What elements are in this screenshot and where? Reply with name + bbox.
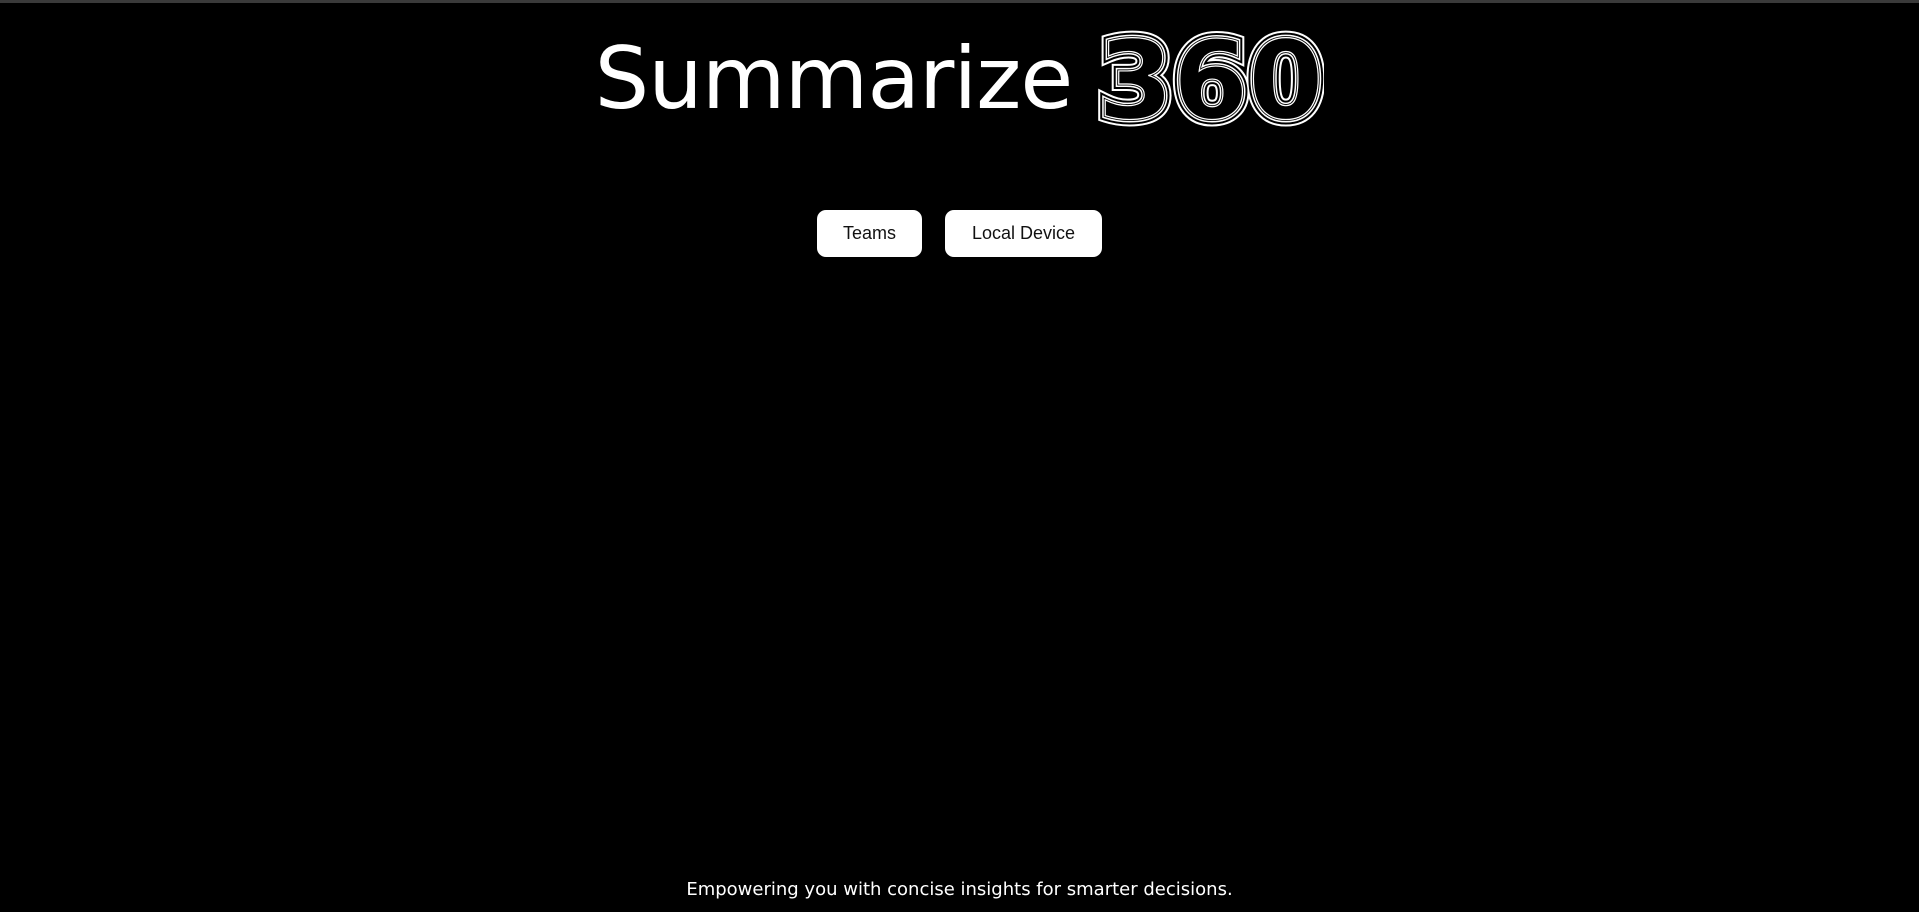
logo-360-inner: 360 (1098, 30, 1323, 128)
teams-button[interactable]: Teams (817, 210, 922, 257)
source-selector: Teams Local Device (0, 210, 1919, 257)
local-device-button[interactable]: Local Device (945, 210, 1102, 257)
window-top-border (0, 0, 1919, 3)
app-title: Summarize (594, 29, 1074, 129)
tagline: Empowering you with concise insights for… (686, 879, 1233, 900)
app-header: Summarize 360 360 360 360 360 (0, 24, 1919, 134)
logo-360-mark: 360 360 360 360 360 (1098, 30, 1324, 128)
